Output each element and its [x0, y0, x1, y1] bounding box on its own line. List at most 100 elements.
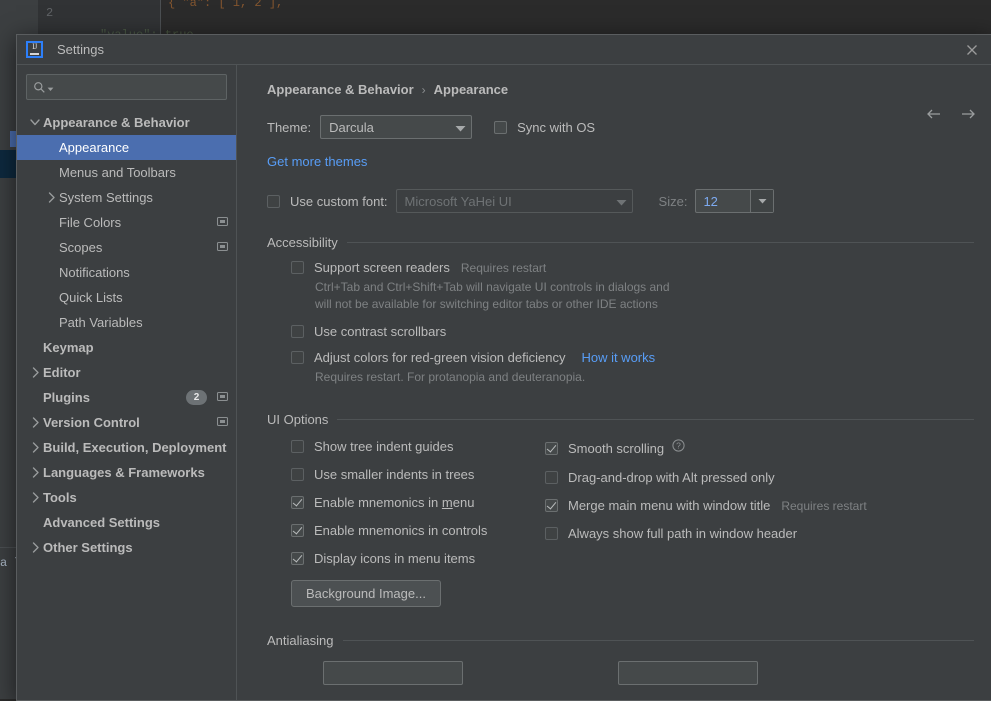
antialiasing-editor-select[interactable] [618, 661, 758, 685]
sidebar-item-path-variables[interactable]: Path Variables [17, 310, 236, 335]
custom-font-row: Use custom font: Microsoft YaHei UI Size… [267, 189, 974, 213]
smooth-scrolling-checkbox[interactable] [545, 442, 558, 455]
sidebar-item-label: Quick Lists [59, 290, 123, 305]
sidebar-item-label: Keymap [43, 340, 94, 355]
contrast-scrollbars-row: Use contrast scrollbars [291, 324, 974, 339]
get-more-themes-row: Get more themes [267, 153, 974, 171]
breadcrumb-parent[interactable]: Appearance & Behavior [267, 82, 414, 97]
sidebar-item-file-colors[interactable]: File Colors [17, 210, 236, 235]
enable-mnemonics-in-menu-checkbox[interactable] [291, 496, 304, 509]
sidebar-item-quick-lists[interactable]: Quick Lists [17, 285, 236, 310]
navigation-buttons [924, 107, 978, 126]
font-size-spinner[interactable]: 12 [695, 189, 774, 213]
support-screen-readers-checkbox[interactable] [291, 261, 304, 274]
custom-font-select-value: Microsoft YaHei UI [405, 194, 512, 209]
chevron-right-icon[interactable] [43, 192, 59, 203]
font-size-dropdown-button[interactable] [750, 190, 773, 212]
sidebar-item-appearance-behavior[interactable]: Appearance & Behavior [17, 110, 236, 135]
use-contrast-scrollbars-checkbox[interactable] [291, 325, 304, 338]
sidebar-item-keymap[interactable]: Keymap [17, 335, 236, 360]
sidebar-item-menus-and-toolbars[interactable]: Menus and Toolbars [17, 160, 236, 185]
use-smaller-indents-in-trees-label: Use smaller indents in trees [314, 467, 474, 482]
svg-text:?: ? [676, 441, 681, 451]
theme-select[interactable]: Darcula [320, 115, 472, 139]
sidebar-item-editor[interactable]: Editor [17, 360, 236, 385]
screen-readers-description: Ctrl+Tab and Ctrl+Shift+Tab will navigat… [315, 279, 974, 313]
color-deficiency-description: Requires restart. For protanopia and deu… [315, 369, 974, 386]
sidebar-item-label: Other Settings [43, 540, 133, 555]
display-icons-in-menu-items-label: Display icons in menu items [314, 551, 475, 566]
display-icons-in-menu-items-checkbox[interactable] [291, 552, 304, 565]
sidebar-item-appearance[interactable]: Appearance [17, 135, 236, 160]
chevron-down-icon[interactable] [27, 117, 43, 128]
sidebar-item-label: Languages & Frameworks [43, 465, 205, 480]
sidebar-item-label: Menus and Toolbars [59, 165, 176, 180]
project-level-settings-icon [217, 215, 228, 230]
sidebar-item-tools[interactable]: Tools [17, 485, 236, 510]
antialiasing-ide-select[interactable] [323, 661, 463, 685]
chevron-right-icon[interactable] [27, 417, 43, 428]
sidebar-item-plugins[interactable]: Plugins2 [17, 385, 236, 410]
project-level-settings-icon [217, 240, 228, 255]
sidebar-item-advanced-settings[interactable]: Advanced Settings [17, 510, 236, 535]
font-size-value[interactable]: 12 [696, 190, 750, 212]
use-smaller-indents-in-trees-checkbox[interactable] [291, 468, 304, 481]
support-screen-readers-note: Requires restart [461, 261, 546, 275]
close-icon[interactable] [962, 40, 982, 60]
enable-mnemonics-in-controls-checkbox[interactable] [291, 524, 304, 537]
sidebar-item-notifications[interactable]: Notifications [17, 260, 236, 285]
show-tree-indent-guides-checkbox[interactable] [291, 440, 304, 453]
always-show-full-path-in-window-header-checkbox[interactable] [545, 527, 558, 540]
chevron-right-icon[interactable] [27, 467, 43, 478]
font-size-label: Size: [659, 194, 688, 209]
get-more-themes-link[interactable]: Get more themes [267, 154, 367, 169]
sidebar-item-label: File Colors [59, 215, 121, 230]
arrow-right-icon[interactable] [958, 107, 978, 126]
chevron-right-icon[interactable] [27, 492, 43, 503]
chevron-down-icon [455, 120, 466, 135]
sidebar-item-system-settings[interactable]: System Settings [17, 185, 236, 210]
help-question-icon[interactable]: ? [672, 439, 685, 457]
adjust-colors-checkbox[interactable] [291, 351, 304, 364]
project-level-settings-icon [217, 415, 228, 430]
screen-readers-description-line-1: Ctrl+Tab and Ctrl+Shift+Tab will navigat… [315, 279, 974, 296]
support-screen-readers-row: Support screen readers Requires restart [291, 260, 974, 275]
search-input[interactable] [59, 79, 220, 95]
editor-code-line-1: { "a": [ 1, 2 ], [168, 0, 283, 10]
search-icon [33, 81, 46, 94]
sidebar-item-version-control[interactable]: Version Control [17, 410, 236, 435]
antialiasing-controls [267, 661, 974, 685]
chevron-right-icon[interactable] [27, 542, 43, 553]
drag-and-drop-with-alt-pressed-only-row: Drag-and-drop with Alt pressed only [545, 470, 974, 485]
merge-main-menu-with-window-title-checkbox[interactable] [545, 499, 558, 512]
always-show-full-path-in-window-header-row: Always show full path in window header [545, 526, 974, 541]
chevron-right-icon[interactable] [27, 442, 43, 453]
drag-and-drop-with-alt-pressed-only-checkbox[interactable] [545, 471, 558, 484]
arrow-left-icon[interactable] [924, 107, 944, 126]
sidebar-item-label: Tools [43, 490, 77, 505]
ui-options-left-column: Show tree indent guidesUse smaller inden… [291, 429, 545, 566]
sidebar-item-build-execution-deployment[interactable]: Build, Execution, Deployment [17, 435, 236, 460]
sidebar-item-scopes[interactable]: Scopes [17, 235, 236, 260]
sync-with-os-row: Sync with OS [494, 120, 595, 135]
intellij-idea-logo-icon [26, 41, 43, 58]
settings-tree: Appearance & Behavior Appearance Menus and… [17, 110, 236, 700]
section-divider [343, 640, 975, 641]
search-box[interactable] [26, 74, 227, 100]
smooth-scrolling-row: Smooth scrolling? [545, 439, 974, 457]
ui-options-columns: Show tree indent guidesUse smaller inden… [267, 429, 974, 566]
enable-mnemonics-in-menu-label: Enable mnemonics in menu [314, 495, 474, 510]
how-it-works-link[interactable]: How it works [581, 350, 655, 365]
background-image-button[interactable]: Background Image... [291, 580, 441, 607]
smooth-scrolling-label: Smooth scrolling [568, 441, 664, 456]
editor-line-number: 2 [46, 6, 53, 20]
sync-with-os-checkbox[interactable] [494, 121, 507, 134]
use-custom-font-checkbox[interactable] [267, 195, 280, 208]
sidebar-item-other-settings[interactable]: Other Settings [17, 535, 236, 560]
sidebar-item-languages-frameworks[interactable]: Languages & Frameworks [17, 460, 236, 485]
merge-main-menu-with-window-title-note: Requires restart [781, 499, 866, 513]
chevron-right-icon[interactable] [27, 367, 43, 378]
sidebar-item-label: Appearance [59, 140, 129, 155]
sidebar-item-badge: 2 [186, 390, 207, 405]
merge-main-menu-with-window-title-label: Merge main menu with window title [568, 498, 770, 513]
